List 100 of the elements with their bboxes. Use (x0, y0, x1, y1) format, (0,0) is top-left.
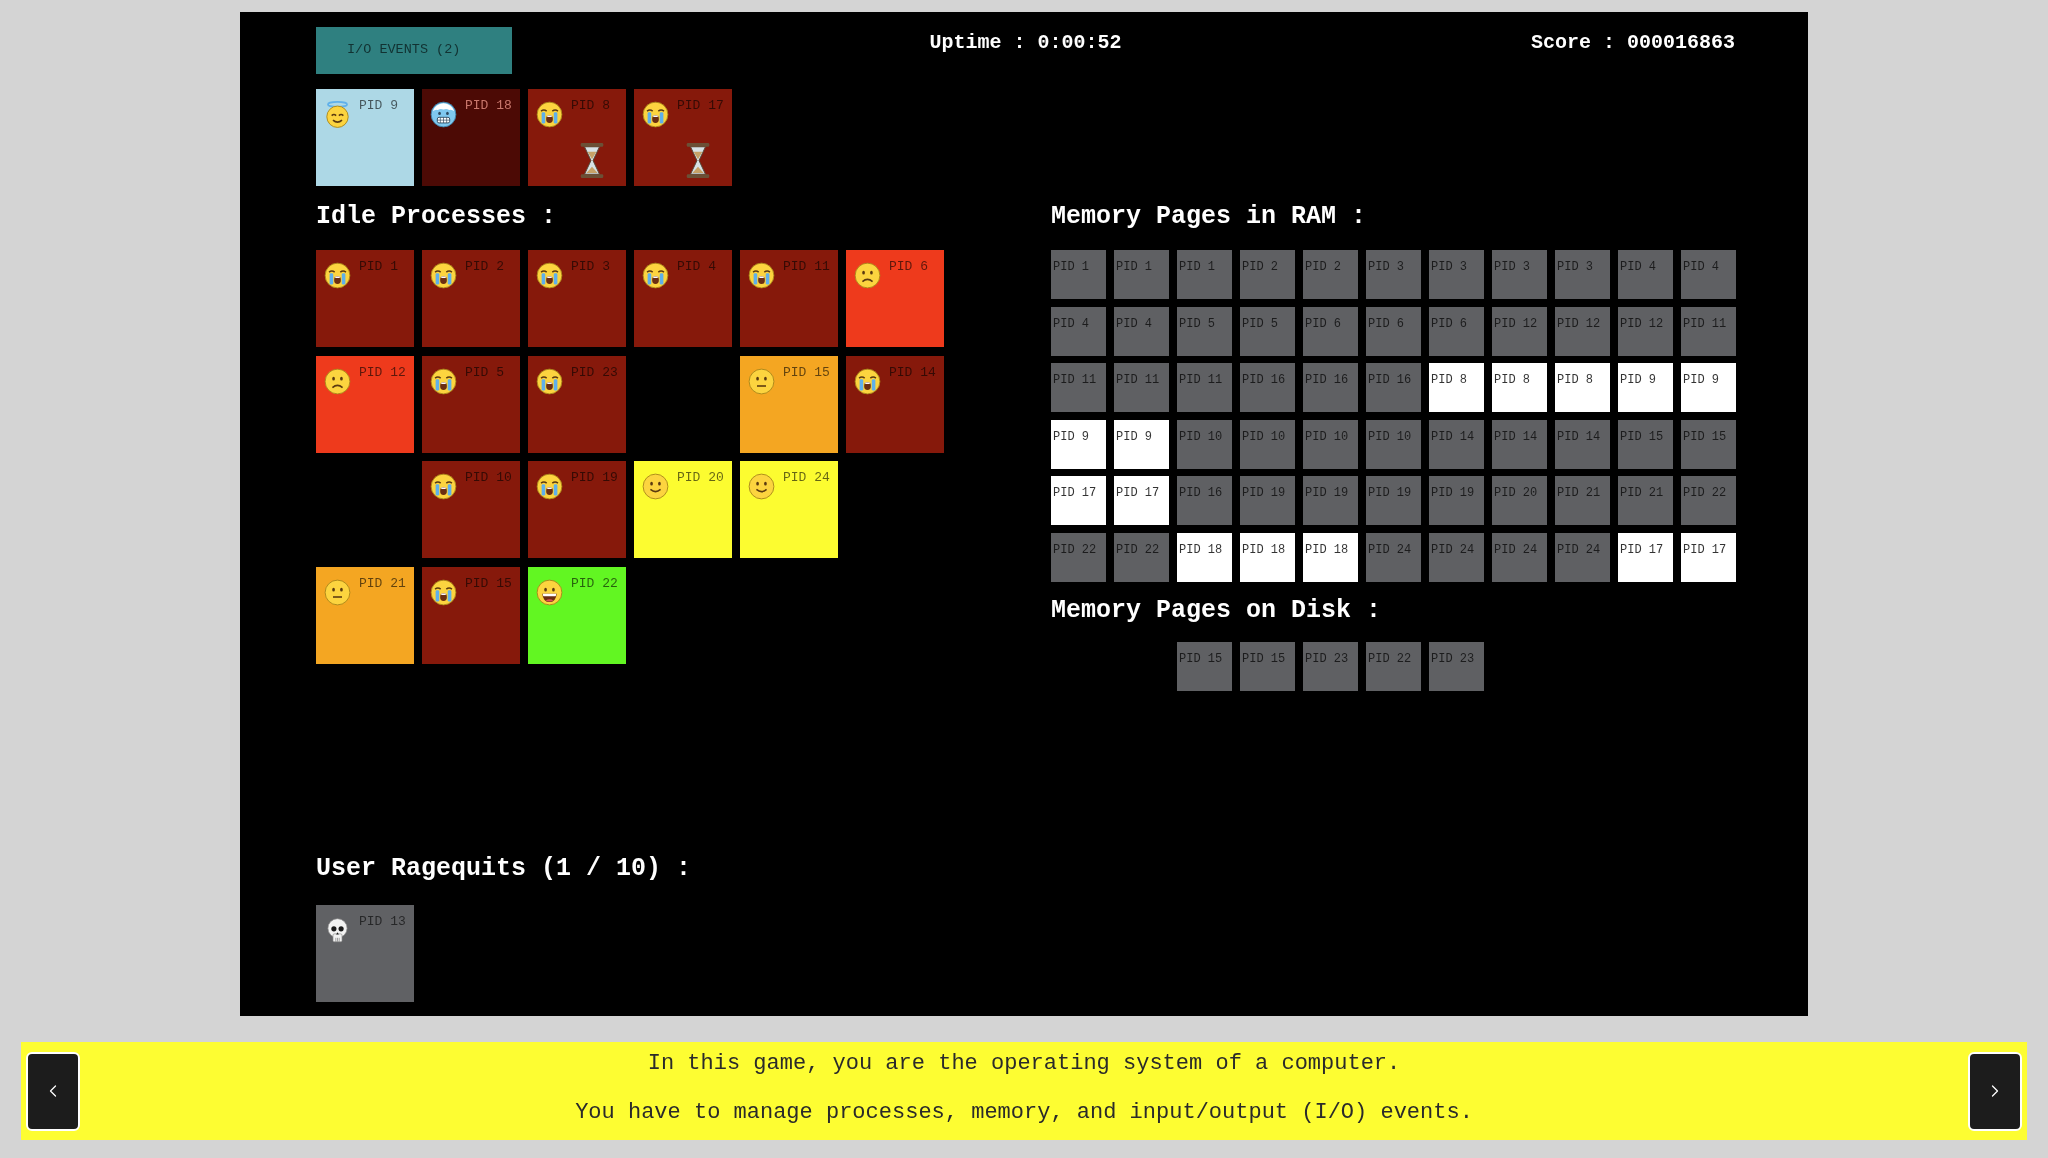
process-card[interactable]: PID 15 (740, 355, 838, 453)
memory-page[interactable]: PID 16 (1177, 476, 1232, 525)
memory-page[interactable]: PID 10 (1240, 419, 1295, 469)
memory-page[interactable]: PID 11 (1114, 363, 1169, 412)
process-card[interactable]: PID 24 (740, 461, 838, 558)
process-card[interactable]: PID 18 (422, 89, 520, 186)
crying-face-icon (854, 367, 881, 395)
memory-page[interactable]: PID 10 (1366, 419, 1421, 469)
memory-page[interactable]: PID 18 (1177, 532, 1232, 582)
crying-face-icon (430, 578, 457, 606)
memory-page[interactable]: PID 6 (1366, 306, 1421, 356)
memory-page[interactable]: PID 19 (1366, 476, 1421, 525)
memory-page[interactable]: PID 17 (1681, 532, 1736, 582)
hourglass-icon (579, 143, 605, 178)
memory-page[interactable]: PID 17 (1051, 476, 1106, 525)
process-card[interactable]: PID 1 (316, 250, 414, 347)
memory-page[interactable]: PID 5 (1240, 306, 1295, 356)
memory-page[interactable]: PID 1 (1177, 250, 1232, 299)
memory-page[interactable]: PID 4 (1618, 250, 1673, 299)
memory-page[interactable]: PID 15 (1240, 641, 1295, 691)
process-card[interactable]: PID 8 (528, 89, 626, 186)
memory-page[interactable]: PID 22 (1051, 532, 1106, 582)
process-card[interactable]: PID 22 (528, 566, 626, 664)
memory-page[interactable]: PID 8 (1429, 363, 1484, 412)
io-events-button[interactable]: I/O EVENTS (2) (316, 27, 512, 74)
process-card[interactable]: PID 10 (422, 461, 520, 558)
process-card[interactable]: PID 15 (422, 566, 520, 664)
process-card[interactable]: PID 11 (740, 250, 838, 347)
memory-page[interactable]: PID 4 (1681, 250, 1736, 299)
memory-page[interactable]: PID 3 (1366, 250, 1421, 299)
process-card[interactable]: PID 19 (528, 461, 626, 558)
memory-page[interactable]: PID 19 (1429, 476, 1484, 525)
memory-page[interactable]: PID 4 (1114, 306, 1169, 356)
memory-page[interactable]: PID 1 (1051, 250, 1106, 299)
process-card[interactable]: PID 2 (422, 250, 520, 347)
memory-page[interactable]: PID 2 (1240, 250, 1295, 299)
memory-page[interactable]: PID 15 (1618, 419, 1673, 469)
memory-page[interactable]: PID 22 (1681, 476, 1736, 525)
memory-page[interactable]: PID 12 (1618, 306, 1673, 356)
process-card[interactable]: PID 3 (528, 250, 626, 347)
memory-page[interactable]: PID 17 (1618, 532, 1673, 582)
memory-page[interactable]: PID 24 (1429, 532, 1484, 582)
memory-page[interactable]: PID 3 (1429, 250, 1484, 299)
memory-page[interactable]: PID 23 (1429, 641, 1484, 691)
memory-page[interactable]: PID 21 (1555, 476, 1610, 525)
memory-page[interactable]: PID 6 (1429, 306, 1484, 356)
previous-button[interactable] (26, 1051, 80, 1131)
memory-page[interactable]: PID 16 (1366, 363, 1421, 412)
pid-label: PID 15 (783, 364, 830, 381)
memory-page[interactable]: PID 17 (1114, 476, 1169, 525)
memory-page[interactable]: PID 23 (1303, 641, 1358, 691)
memory-page[interactable]: PID 19 (1240, 476, 1295, 525)
process-card[interactable]: PID 4 (634, 250, 732, 347)
memory-page[interactable]: PID 1 (1114, 250, 1169, 299)
memory-page[interactable]: PID 18 (1240, 532, 1295, 582)
memory-page[interactable]: PID 19 (1303, 476, 1358, 525)
memory-page[interactable]: PID 14 (1555, 419, 1610, 469)
memory-page[interactable]: PID 21 (1618, 476, 1673, 525)
memory-page[interactable]: PID 10 (1303, 419, 1358, 469)
memory-page[interactable]: PID 14 (1492, 419, 1547, 469)
memory-page[interactable]: PID 24 (1555, 532, 1610, 582)
process-card[interactable]: PID 9 (316, 89, 414, 186)
memory-page[interactable]: PID 16 (1303, 363, 1358, 412)
memory-page[interactable]: PID 24 (1492, 532, 1547, 582)
memory-page[interactable]: PID 8 (1492, 363, 1547, 412)
memory-page[interactable]: PID 14 (1429, 419, 1484, 469)
process-card[interactable]: PID 6 (846, 250, 944, 347)
memory-page[interactable]: PID 4 (1051, 306, 1106, 356)
memory-page[interactable]: PID 2 (1303, 250, 1358, 299)
memory-page[interactable]: PID 9 (1681, 363, 1736, 412)
process-card[interactable]: PID 5 (422, 355, 520, 453)
memory-page[interactable]: PID 3 (1555, 250, 1610, 299)
memory-page[interactable]: PID 8 (1555, 363, 1610, 412)
memory-page[interactable]: PID 12 (1555, 306, 1610, 356)
process-card[interactable]: PID 17 (634, 89, 732, 186)
process-card[interactable]: PID 21 (316, 566, 414, 664)
next-button[interactable] (1968, 1051, 2022, 1131)
memory-page[interactable]: PID 16 (1240, 363, 1295, 412)
process-card[interactable]: PID 14 (846, 355, 944, 453)
memory-page[interactable]: PID 15 (1177, 641, 1232, 691)
memory-page[interactable]: PID 20 (1492, 476, 1547, 525)
memory-page[interactable]: PID 22 (1114, 532, 1169, 582)
memory-page[interactable]: PID 24 (1366, 532, 1421, 582)
memory-page[interactable]: PID 11 (1681, 306, 1736, 356)
process-card[interactable]: PID 12 (316, 355, 414, 453)
memory-page[interactable]: PID 9 (1051, 419, 1106, 469)
memory-page[interactable]: PID 18 (1303, 532, 1358, 582)
memory-page[interactable]: PID 12 (1492, 306, 1547, 356)
process-card[interactable]: PID 20 (634, 461, 732, 558)
memory-page[interactable]: PID 22 (1366, 641, 1421, 691)
memory-page[interactable]: PID 6 (1303, 306, 1358, 356)
memory-page[interactable]: PID 10 (1177, 419, 1232, 469)
memory-page[interactable]: PID 3 (1492, 250, 1547, 299)
memory-page[interactable]: PID 15 (1681, 419, 1736, 469)
memory-page[interactable]: PID 11 (1051, 363, 1106, 412)
process-card[interactable]: PID 23 (528, 355, 626, 453)
memory-page[interactable]: PID 11 (1177, 363, 1232, 412)
memory-page[interactable]: PID 9 (1618, 363, 1673, 412)
memory-page[interactable]: PID 9 (1114, 419, 1169, 469)
memory-page[interactable]: PID 5 (1177, 306, 1232, 356)
